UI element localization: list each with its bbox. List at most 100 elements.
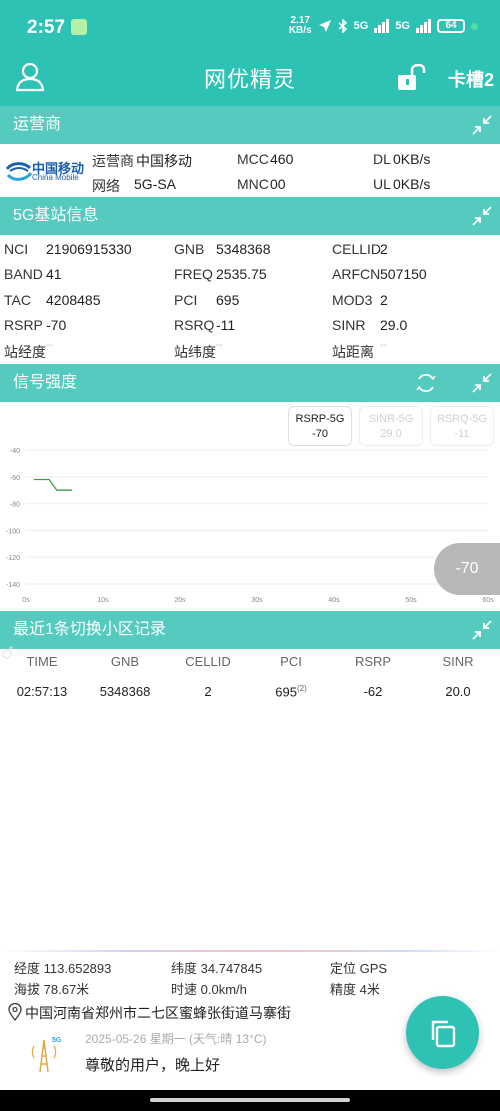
freq-label: FREQ <box>174 266 213 282</box>
tac-value: 4208485 <box>46 292 101 308</box>
signal-bars-2-icon <box>416 19 431 33</box>
gnb-value: 5348368 <box>216 241 271 257</box>
location-pin-icon <box>8 1003 22 1021</box>
band-value: 41 <box>46 266 62 282</box>
section-title: 信号强度 <box>13 374 78 391</box>
system-nav-bar <box>0 1090 500 1111</box>
nci-value: 21906915330 <box>46 241 132 257</box>
y-tick-label: -140 <box>6 582 20 589</box>
col-header-gnb: GNB <box>110 654 140 669</box>
sinr-label: SINR <box>332 317 366 333</box>
collapse-icon[interactable] <box>470 113 494 137</box>
section-cell-info-header[interactable]: 5G基站信息 <box>0 197 500 235</box>
nci-label: NCI <box>4 241 29 257</box>
chip-label: RSRP-5G <box>295 413 345 425</box>
gps-accuracy: 精度 4米 <box>330 982 380 997</box>
sinr-value: 29.0 <box>380 317 408 333</box>
mnc-label: MNC <box>237 176 269 192</box>
freq-value: 2535.75 <box>216 266 267 282</box>
notification-app-icon <box>71 19 87 35</box>
pci-value: 695 <box>216 292 240 308</box>
rsrp-value: -70 <box>46 317 67 333</box>
pci-label: PCI <box>174 292 198 308</box>
unlock-icon[interactable] <box>396 64 426 92</box>
rsrq-label: RSRQ <box>174 317 215 333</box>
network-type-1: 5G <box>353 20 369 32</box>
cellid-label: CELLID <box>332 241 382 257</box>
rsrp-label: RSRP <box>4 317 43 333</box>
date-weather: 2025-05-26 星期一 (天气:晴 13°C) <box>85 1032 267 1046</box>
col-header-cellid: CELLID <box>185 654 231 669</box>
arfcn-value: 507150 <box>380 266 427 282</box>
mnc-value: 00 <box>270 176 286 192</box>
address-text: 中国河南省郑州市二七区蜜蜂张街道马寨街 <box>25 1005 291 1021</box>
status-dot-icon <box>471 22 478 30</box>
battery-icon: 64 <box>437 19 465 33</box>
copy-button[interactable] <box>406 996 479 1069</box>
bluetooth-icon <box>338 19 347 33</box>
collapse-icon[interactable] <box>470 618 494 642</box>
station-lat-label: 站纬度 <box>174 344 216 360</box>
row-cellid: 2 <box>204 684 212 699</box>
mcc-value: 460 <box>270 151 294 167</box>
collapse-icon[interactable] <box>470 371 494 395</box>
cellid-value: 2 <box>380 241 388 257</box>
5g-tower-icon: 5G <box>31 1037 62 1073</box>
carrier-value: 中国移动 <box>136 153 192 169</box>
y-tick-label: -40 <box>10 448 20 455</box>
copy-icon <box>431 1020 456 1048</box>
network-type-2: 5G <box>395 20 410 32</box>
chip-label: SINR-5G <box>368 413 414 425</box>
band-label: BAND <box>4 266 43 282</box>
network-label: 网络 <box>92 178 120 194</box>
china-mobile-logo-en: China Mobile <box>32 173 79 182</box>
row-sinr: 20.0 <box>445 684 471 699</box>
col-header-time: TIME <box>26 654 58 669</box>
row-pci-mod: (2) <box>296 684 307 693</box>
signal-bars-1-icon <box>374 19 390 33</box>
section-signal-header[interactable]: 信号强度 <box>0 364 500 402</box>
section-history-header[interactable]: 最近1条切换小区记录 <box>0 611 500 649</box>
gps-speed: 时速 0.0km/h <box>171 982 247 997</box>
station-dist-label: 站距离 <box>332 344 374 360</box>
x-tick-label: 30s <box>251 597 263 604</box>
status-icons: 2.17 KB/s 5G 5G 64 <box>289 16 478 36</box>
y-tick-label: -120 <box>6 555 20 562</box>
signal-chart: -40 -60 -80 -100 -120 -140 0s 10s 20s 30s 40s 50s 60… <box>6 448 494 604</box>
dl-label: DL <box>373 151 391 167</box>
mod3-label: MOD3 <box>332 292 373 308</box>
footer-divider <box>0 950 500 952</box>
tac-label: TAC <box>4 292 31 308</box>
gps-fix: 定位 GPS <box>330 961 388 976</box>
x-tick-label: 50s <box>405 597 417 604</box>
location-arrow-icon <box>318 20 331 32</box>
dl-value: 0KB/s <box>393 151 431 167</box>
x-tick-label: 0s <box>22 597 30 604</box>
ul-value: 0KB/s <box>393 176 431 192</box>
y-tick-label: -60 <box>10 475 20 482</box>
mcc-label: MCC <box>237 151 269 167</box>
sim-slot-button[interactable]: 卡槽2 <box>448 66 494 92</box>
x-tick-label: 40s <box>328 597 340 604</box>
gps-lon: 经度 113.652893 <box>14 961 112 976</box>
series-line-rsrp <box>33 478 73 491</box>
network-value: 5G-SA <box>134 176 177 192</box>
svg-text:5G: 5G <box>52 1037 62 1044</box>
home-indicator[interactable] <box>150 1098 350 1102</box>
section-operator-header[interactable]: 运营商 <box>0 106 500 144</box>
arfcn-label: ARFCN <box>332 266 381 282</box>
carrier-label: 运营商 <box>92 153 134 169</box>
station-lon-label: 站经度 <box>4 344 46 360</box>
refresh-icon[interactable] <box>414 371 438 395</box>
station-lon-value: -- <box>46 340 53 351</box>
x-tick-label: 60s <box>482 597 494 604</box>
collapse-icon[interactable] <box>470 204 494 228</box>
row-pci-value: 695 <box>275 684 297 700</box>
y-tick-label: -80 <box>10 502 20 509</box>
current-value-badge: -70 <box>434 543 500 595</box>
y-tick-label: -100 <box>6 528 20 535</box>
x-tick-label: 10s <box>97 597 109 604</box>
col-header-sinr: SINR <box>442 654 474 669</box>
status-time: 2:57 <box>27 17 66 38</box>
section-title: 5G基站信息 <box>13 207 99 224</box>
